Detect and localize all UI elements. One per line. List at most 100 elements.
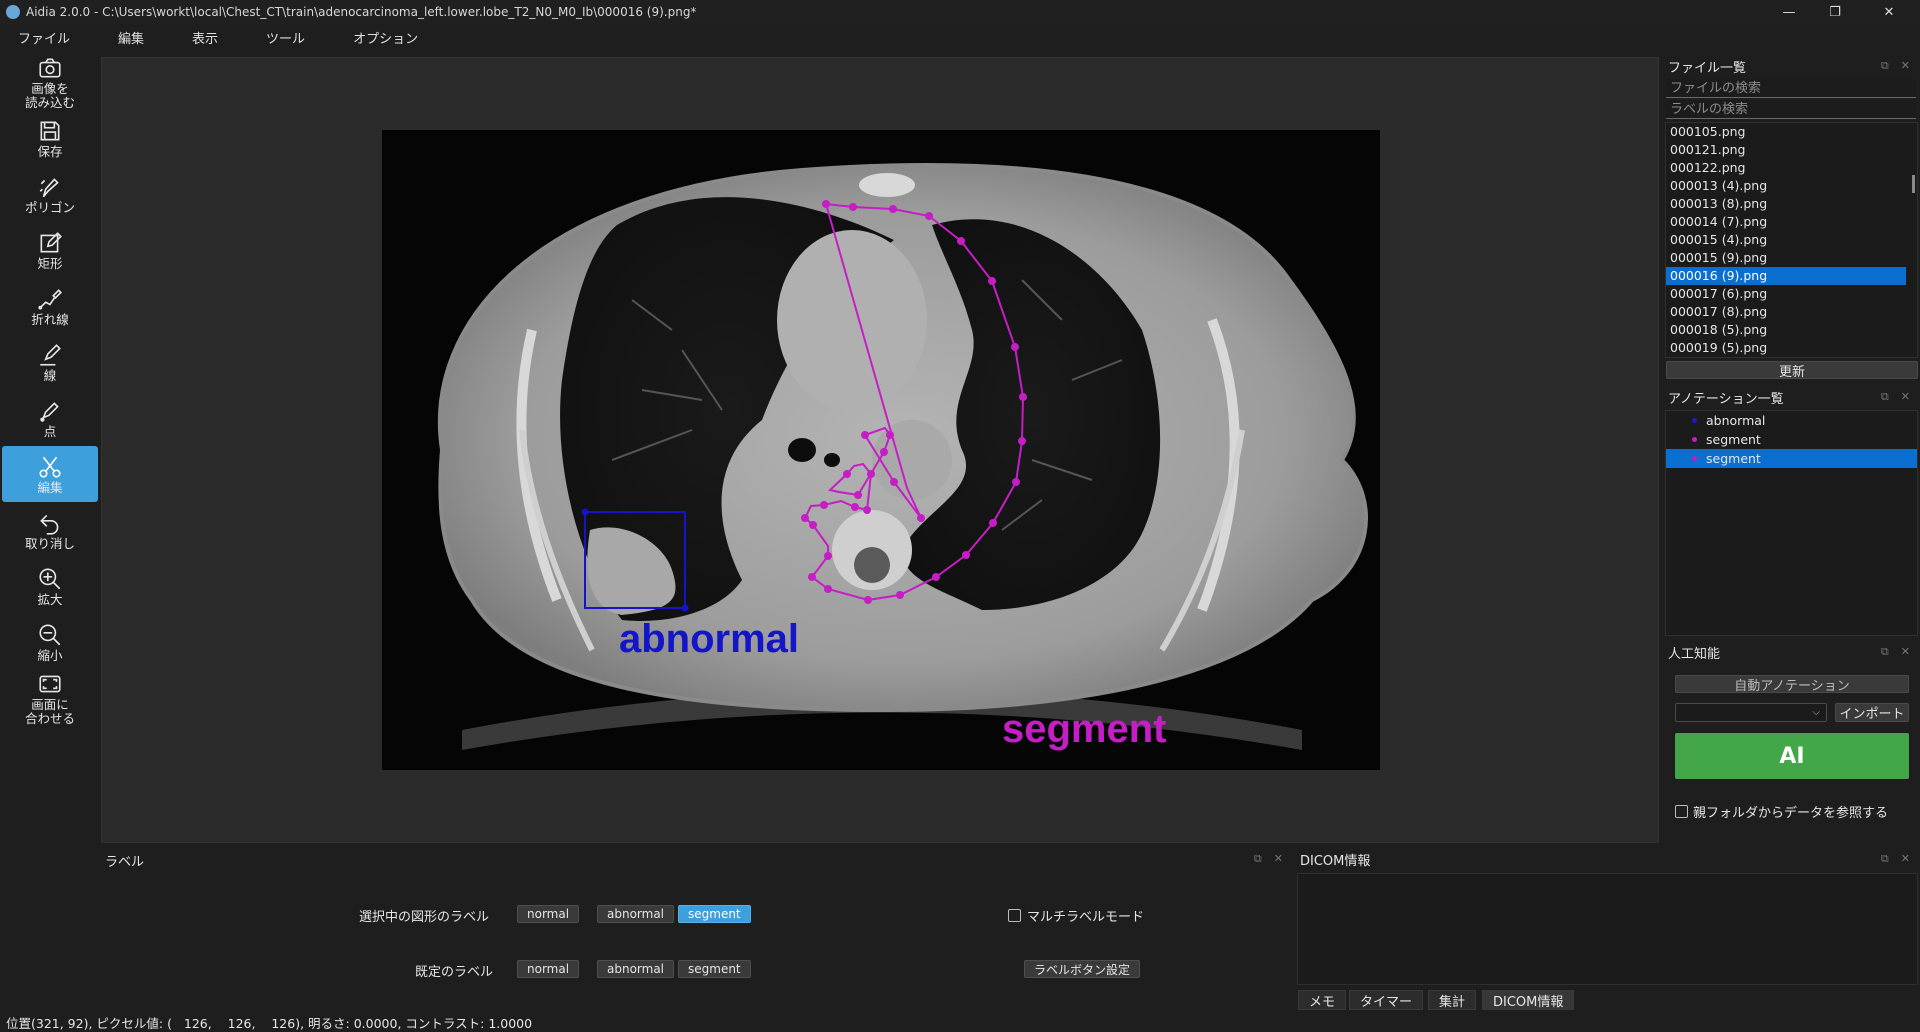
import-button[interactable]: インポート [1835, 703, 1909, 722]
point-label: 点 [43, 423, 57, 439]
edit-button[interactable]: 編集 [2, 446, 98, 502]
window-title: Aidia 2.0.0 - C:\Users\workt\local\Chest… [26, 5, 697, 19]
aorta [872, 420, 952, 500]
maximize-button[interactable]: ❐ [1812, 0, 1858, 24]
point-pen-icon [40, 401, 59, 422]
tab-memo[interactable]: メモ [1298, 990, 1347, 1010]
label-button-settings-button[interactable]: ラベルボタン設定 [1024, 960, 1141, 978]
minimize-button[interactable]: — [1766, 0, 1812, 24]
label-search-input[interactable] [1666, 100, 1916, 119]
auto-annotation-button[interactable]: 自動アノテーション [1675, 675, 1909, 694]
tab-dicom-info[interactable]: DICOM情報 [1482, 990, 1575, 1010]
float-icon[interactable]: ⧉ [1254, 852, 1262, 866]
parent-folder-option[interactable]: 親フォルダからデータを参照する [1675, 802, 1888, 821]
rectangle-vertex-handle[interactable] [681, 604, 689, 612]
annotation-color-dot [1692, 418, 1697, 423]
file-list-item[interactable]: 000015 (4).png [1666, 231, 1917, 249]
menu-bar: ファイル 編集 表示 ツール オプション [0, 24, 1920, 50]
annotation-item[interactable]: abnormal [1666, 411, 1917, 430]
menu-edit[interactable]: 編集 [106, 28, 158, 47]
polygon-button[interactable]: ポリゴン [2, 166, 98, 222]
zoom-out-button[interactable]: 縮小 [2, 614, 98, 670]
load-image-button[interactable]: 画像を 読み込む [2, 54, 98, 110]
rectangle-vertex-handle[interactable] [581, 508, 589, 516]
file-list-item[interactable]: 000015 (9).png [1666, 249, 1917, 267]
file-list-item[interactable]: 000105.png [1666, 123, 1917, 141]
file-list-item[interactable]: 000013 (8).png [1666, 195, 1917, 213]
save-button[interactable]: 保存 [2, 110, 98, 166]
menu-view[interactable]: 表示 [180, 28, 232, 47]
zoom-in-button[interactable]: 拡大 [2, 558, 98, 614]
file-list-item[interactable]: 000017 (6).png [1666, 285, 1917, 303]
parent-folder-checkbox[interactable] [1675, 805, 1688, 818]
dock-close-icon[interactable]: ✕ [1901, 59, 1910, 73]
dock-close-icon[interactable]: ✕ [1901, 852, 1910, 866]
rectangle-button[interactable]: 矩形 [2, 222, 98, 278]
heart [777, 230, 927, 410]
polygon-pen-icon [39, 177, 59, 197]
save-label: 保存 [37, 143, 63, 159]
undo-button[interactable]: 取り消し [2, 502, 98, 558]
file-list[interactable]: 000105.png 000121.png 000122.png 000013 … [1665, 122, 1918, 358]
dock-close-icon[interactable]: ✕ [1901, 390, 1910, 404]
parent-folder-checkbox-label: 親フォルダからデータを参照する [1693, 806, 1889, 821]
polyline-label: 折れ線 [31, 311, 69, 327]
file-list-scrollbar[interactable] [1912, 175, 1915, 193]
ct-scan-image[interactable]: abnormal segment [382, 130, 1380, 770]
dock-close-icon[interactable]: ✕ [1901, 645, 1910, 659]
file-list-item[interactable]: 000014 (7).png [1666, 213, 1917, 231]
selected-label-segment-button[interactable]: segment [678, 905, 751, 923]
title-bar: Aidia 2.0.0 - C:\Users\workt\local\Chest… [0, 0, 1920, 24]
selected-label-abnormal-button[interactable]: abnormal [597, 905, 675, 923]
dock-close-icon[interactable]: ✕ [1274, 852, 1283, 866]
default-label-normal-button[interactable]: normal [517, 960, 580, 978]
file-list-item[interactable]: 000122.png [1666, 159, 1917, 177]
tab-timer[interactable]: タイマー [1349, 990, 1424, 1010]
close-button[interactable]: ✕ [1858, 0, 1920, 24]
default-label-segment-button[interactable]: segment [678, 960, 751, 978]
image-canvas[interactable]: abnormal segment [101, 57, 1659, 843]
fit-window-button[interactable]: 画面に 合わせる [2, 670, 98, 726]
refresh-button[interactable]: 更新 [1666, 361, 1918, 380]
annotation-item-label: segment [1706, 451, 1761, 466]
dicom-info-panel [1297, 873, 1918, 985]
annotation-item-selected[interactable]: segment [1666, 449, 1917, 468]
float-icon[interactable]: ⧉ [1881, 59, 1889, 73]
menu-tools[interactable]: ツール [254, 28, 319, 47]
tab-summary[interactable]: 集計 [1428, 990, 1477, 1010]
undo-icon [40, 514, 59, 535]
ai-button[interactable]: AI [1675, 733, 1909, 779]
rectangle-label: 矩形 [37, 255, 63, 271]
file-list-item[interactable]: 000013 (4).png [1666, 177, 1917, 195]
point-button[interactable]: 点 [2, 390, 98, 446]
undo-label: 取り消し [24, 535, 75, 551]
ai-dock-title: 人工知能 ⧉ ✕ [1668, 641, 1918, 663]
file-list-item-selected[interactable]: 000016 (9).png [1666, 267, 1906, 285]
model-select[interactable]: ⌵ [1675, 703, 1827, 722]
float-icon[interactable]: ⧉ [1881, 852, 1889, 866]
annotation-item-label: segment [1706, 432, 1761, 447]
file-list-item[interactable]: 000019 (5).png [1666, 339, 1917, 357]
polyline-button[interactable]: 折れ線 [2, 278, 98, 334]
left-toolbar: 画像を 読み込む 保存 ポリゴン 矩形 折れ線 線 点 編集 取り消し 拡大 縮… [0, 54, 100, 804]
float-icon[interactable]: ⧉ [1881, 645, 1889, 659]
rectangle-edit-icon [40, 231, 62, 252]
line-label: 線 [43, 367, 57, 383]
sternum [859, 173, 915, 197]
multi-label-mode-checkbox[interactable] [1008, 909, 1021, 922]
float-icon[interactable]: ⧉ [1881, 390, 1889, 404]
multi-label-mode-option[interactable]: マルチラベルモード [1008, 906, 1144, 925]
menu-file[interactable]: ファイル [6, 28, 84, 47]
line-button[interactable]: 線 [2, 334, 98, 390]
file-list-item[interactable]: 000017 (8).png [1666, 303, 1917, 321]
file-search-input[interactable] [1666, 79, 1916, 98]
default-label-abnormal-button[interactable]: abnormal [597, 960, 675, 978]
annotation-list[interactable]: abnormal segment segment [1665, 410, 1918, 636]
file-list-item[interactable]: 000018 (5).png [1666, 321, 1917, 339]
menu-options[interactable]: オプション [341, 28, 432, 47]
label-dock-title: ラベル [105, 855, 145, 870]
annotation-item[interactable]: segment [1666, 430, 1917, 449]
file-list-item[interactable]: 000121.png [1666, 141, 1917, 159]
selected-label-normal-button[interactable]: normal [517, 905, 580, 923]
segment-shape-label: segment [1002, 707, 1167, 751]
